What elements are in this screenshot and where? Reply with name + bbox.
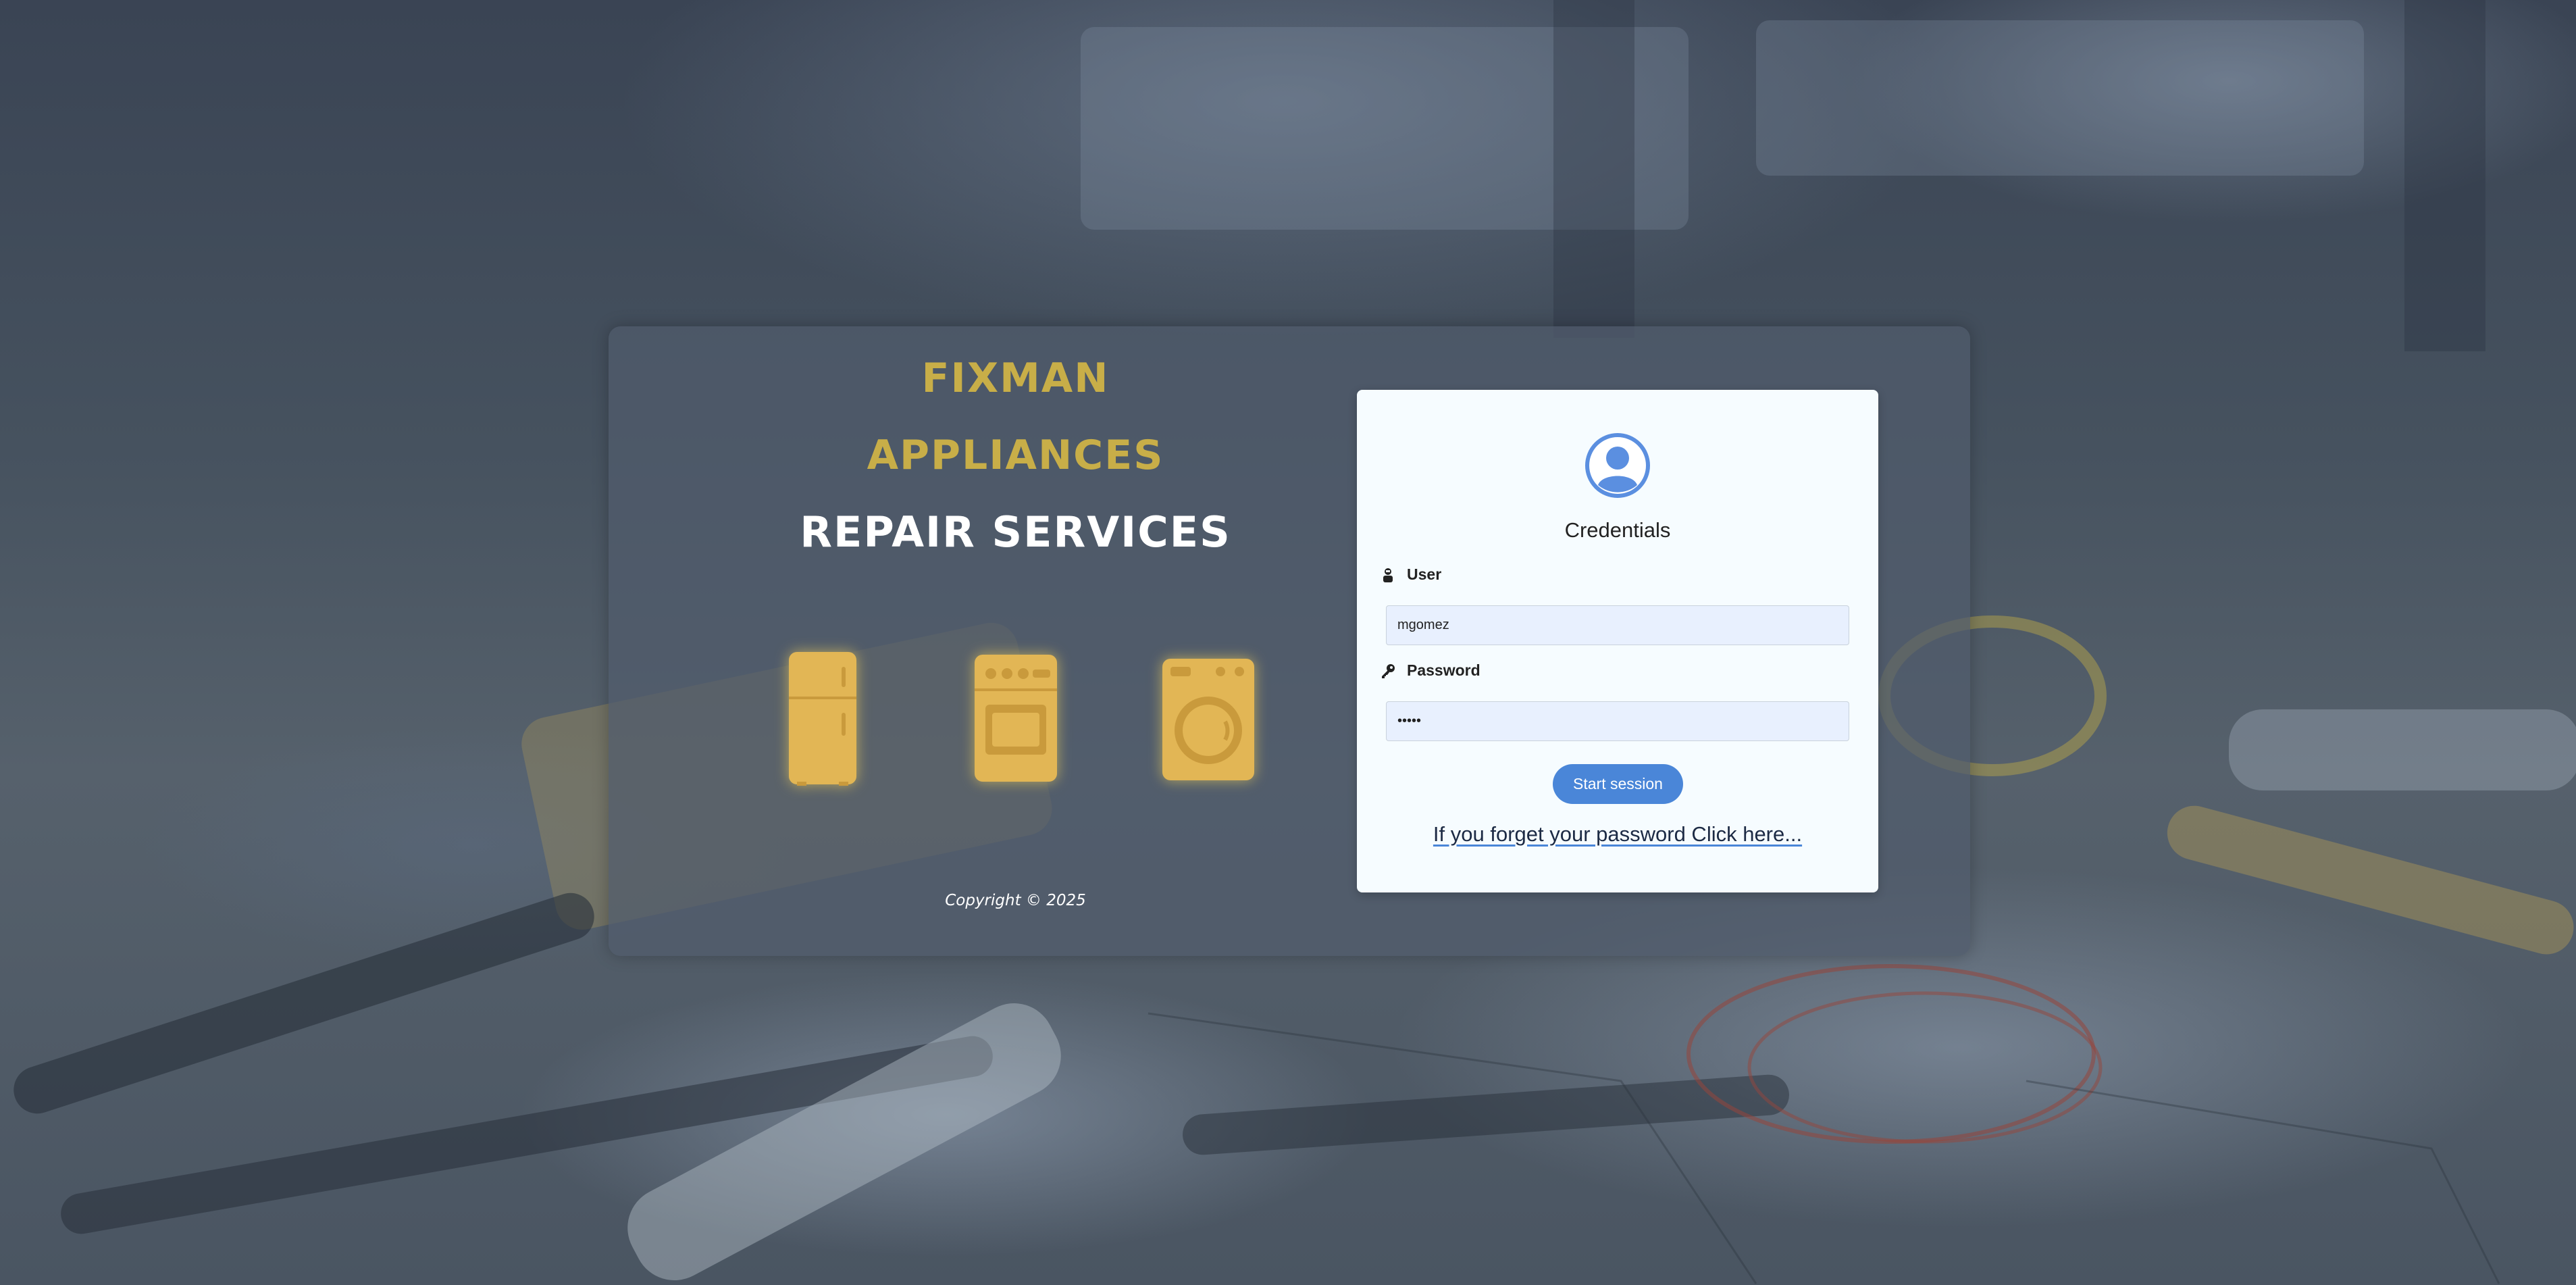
washing-machine-icon xyxy=(1162,659,1254,780)
start-session-button[interactable]: Start session xyxy=(1553,764,1683,804)
form-title: Credentials xyxy=(1564,518,1671,542)
user-icon xyxy=(1383,568,1393,582)
password-label: Password xyxy=(1380,661,1480,680)
brand-subtitle: APPLIANCES xyxy=(867,432,1164,479)
password-input[interactable] xyxy=(1386,701,1849,741)
refrigerator-icon xyxy=(789,652,856,786)
user-input[interactable] xyxy=(1386,605,1849,645)
login-panel: FIXMAN APPLIANCES REPAIR SERVICES Copyri… xyxy=(609,326,1970,956)
brand-section: FIXMAN APPLIANCES REPAIR SERVICES Copyri… xyxy=(609,326,1422,956)
appliance-icons xyxy=(609,644,1422,806)
user-circle-icon xyxy=(1585,433,1650,498)
copyright-text: Copyright © 2025 xyxy=(945,892,1086,909)
credentials-form: Credentials User Password Start session … xyxy=(1357,390,1878,892)
user-label: User xyxy=(1380,565,1441,584)
brand-tagline: REPAIR SERVICES xyxy=(800,507,1231,557)
user-label-text: User xyxy=(1407,565,1442,583)
password-label-text: Password xyxy=(1407,661,1480,679)
brand-name: FIXMAN xyxy=(921,355,1110,402)
stove-icon xyxy=(975,655,1057,782)
forgot-password-link[interactable]: If you forget your password Click here..… xyxy=(1357,822,1878,847)
key-icon xyxy=(1382,663,1395,678)
